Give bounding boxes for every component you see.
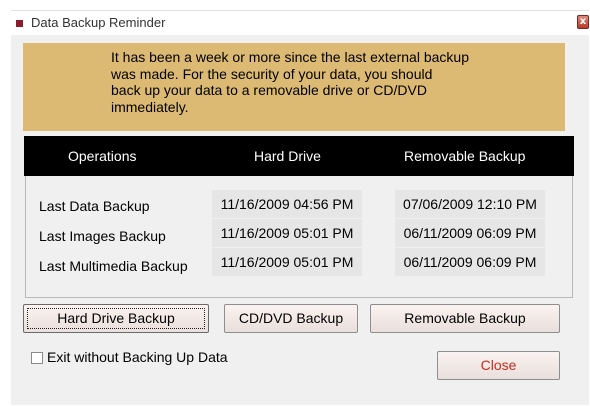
exit-without-backup-checkbox[interactable] bbox=[31, 352, 43, 364]
backup-table-body: Last Data Backup 11/16/2009 04:56 PM 07/… bbox=[25, 176, 573, 298]
cell-data-hard-drive: 11/16/2009 04:56 PM bbox=[212, 190, 362, 218]
cell-multimedia-removable: 06/11/2009 06:09 PM bbox=[395, 248, 545, 276]
row-label-data: Last Data Backup bbox=[39, 198, 150, 214]
row-label-multimedia: Last Multimedia Backup bbox=[39, 258, 188, 274]
cell-multimedia-hard-drive: 11/16/2009 05:01 PM bbox=[212, 248, 362, 276]
focus-ring bbox=[27, 308, 205, 329]
title-bar: Data Backup Reminder x bbox=[11, 11, 589, 35]
hard-drive-backup-button[interactable]: Hard Drive Backup bbox=[23, 304, 209, 333]
cell-images-hard-drive: 11/16/2009 05:01 PM bbox=[212, 219, 362, 247]
app-icon bbox=[16, 20, 23, 27]
backup-table-header: Operations Hard Drive Removable Backup bbox=[24, 136, 574, 176]
header-hard-drive: Hard Drive bbox=[254, 148, 321, 164]
cell-images-removable: 06/11/2009 06:09 PM bbox=[395, 219, 545, 247]
window-title: Data Backup Reminder bbox=[31, 15, 166, 30]
close-button[interactable]: Close bbox=[437, 351, 560, 380]
warning-message-box: It has been a week or more since the las… bbox=[23, 43, 565, 131]
removable-backup-button[interactable]: Removable Backup bbox=[370, 304, 560, 333]
cd-dvd-backup-button[interactable]: CD/DVD Backup bbox=[224, 304, 358, 333]
exit-without-backup-label[interactable]: Exit without Backing Up Data bbox=[47, 349, 228, 365]
header-operations: Operations bbox=[68, 148, 137, 164]
window-close-icon[interactable]: x bbox=[577, 15, 589, 29]
header-removable: Removable Backup bbox=[404, 148, 526, 164]
cell-data-removable: 07/06/2009 12:10 PM bbox=[395, 190, 545, 218]
warning-message-text: It has been a week or more since the las… bbox=[111, 49, 469, 115]
row-label-images: Last Images Backup bbox=[39, 228, 166, 244]
